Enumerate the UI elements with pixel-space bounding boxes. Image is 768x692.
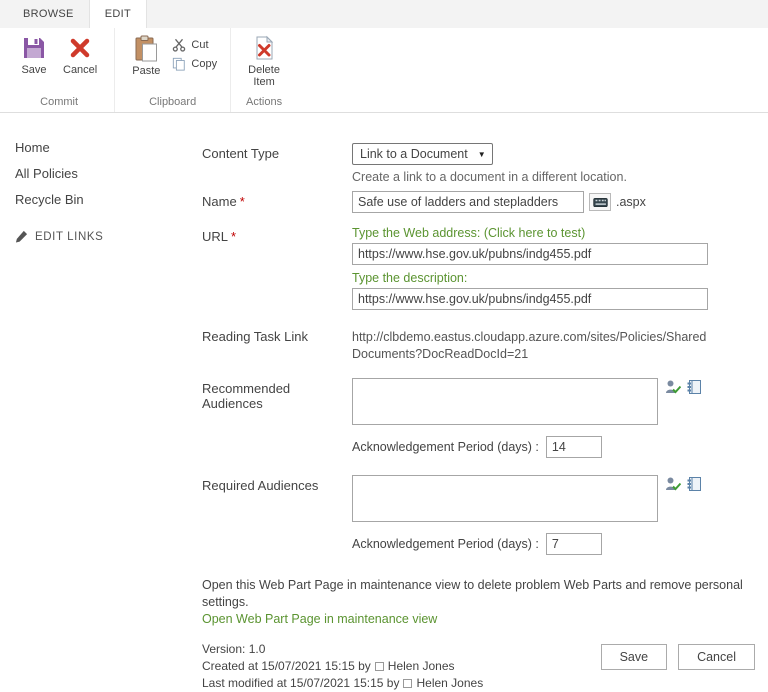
save-button[interactable]: Save (14, 31, 54, 78)
required-audiences-input[interactable] (352, 475, 658, 522)
recommended-ack-input[interactable] (546, 436, 602, 458)
group-label-actions: Actions (241, 95, 287, 112)
edit-form: Content Type Link to a Document ▼ Create… (200, 113, 768, 627)
cancel-button[interactable]: Cancel (56, 31, 104, 78)
name-input[interactable] (352, 191, 584, 213)
paste-clipboard-icon (134, 35, 159, 62)
edit-links-button[interactable]: EDIT LINKS (15, 230, 200, 243)
url-description-input[interactable] (352, 288, 708, 310)
reading-task-link-value: http://clbdemo.eastus.cloudapp.azure.com… (352, 326, 750, 363)
url-address-input[interactable] (352, 243, 708, 265)
recommended-ack-label: Acknowledgement Period (days) : (352, 440, 539, 454)
copy-button[interactable]: Copy (169, 56, 220, 72)
created-line: Created at 15/07/2021 15:15 by Helen Jon… (202, 658, 483, 674)
item-metadata: Version: 1.0 Created at 15/07/2021 15:15… (202, 641, 483, 692)
group-label-commit: Commit (14, 95, 104, 112)
ribbon-group-commit: Save Cancel Commit (4, 28, 114, 112)
cut-label: Cut (191, 39, 208, 51)
form-cancel-button[interactable]: Cancel (678, 644, 755, 670)
presence-icon (403, 679, 412, 688)
ribbon: Save Cancel Commit (0, 28, 768, 113)
cancel-label: Cancel (63, 64, 97, 76)
required-ack-input[interactable] (546, 533, 602, 555)
modified-line: Last modified at 15/07/2021 15:15 by Hel… (202, 675, 483, 691)
ime-keyboard-button[interactable] (589, 193, 611, 211)
url-row: URL* Type the Web address: (Click here t… (202, 226, 755, 310)
web-address-label: Type the Web address: (352, 226, 480, 240)
delete-item-button[interactable]: Delete Item (241, 31, 287, 90)
click-here-to-test-link[interactable]: (Click here to test) (484, 226, 585, 240)
content-type-selected-value: Link to a Document (360, 147, 468, 161)
name-extension-suffix: .aspx (616, 195, 646, 209)
sidebar: Home All Policies Recycle Bin EDIT LINKS (0, 113, 200, 627)
version-line: Version: 1.0 (202, 641, 483, 657)
maintenance-note: Open this Web Part Page in maintenance v… (202, 577, 755, 611)
version-text: Version: 1.0 (202, 641, 265, 657)
cut-button[interactable]: Cut (169, 37, 220, 53)
sidebar-item-recycle-bin[interactable]: Recycle Bin (15, 192, 200, 207)
presence-icon (375, 662, 384, 671)
browse-address-book-icon[interactable] (686, 379, 702, 395)
tab-browse[interactable]: BROWSE (8, 0, 89, 28)
edit-links-label: EDIT LINKS (35, 231, 103, 243)
required-ack-label: Acknowledgement Period (days) : (352, 537, 539, 551)
recommended-audiences-input[interactable] (352, 378, 658, 425)
footer-buttons: Save Cancel (601, 641, 755, 670)
delete-item-label: Delete Item (248, 64, 280, 88)
required-asterisk: * (240, 194, 245, 209)
name-row: Name* .aspx (202, 191, 755, 213)
check-names-icon[interactable] (665, 379, 681, 395)
group-label-clipboard: Clipboard (125, 95, 220, 112)
paste-button[interactable]: Paste (125, 31, 167, 79)
ribbon-tab-bar: BROWSE EDIT (0, 0, 768, 28)
reading-task-link-row: Reading Task Link http://clbdemo.eastus.… (202, 326, 755, 363)
copy-pages-icon (172, 57, 186, 71)
name-label: Name* (202, 191, 352, 213)
modified-text: Last modified at 15/07/2021 15:15 by (202, 675, 399, 691)
ribbon-group-clipboard: Paste Cut (114, 28, 230, 112)
browse-address-book-icon[interactable] (686, 476, 702, 492)
content-type-label: Content Type (202, 143, 352, 184)
reading-task-link-label: Reading Task Link (202, 326, 352, 363)
form-save-button[interactable]: Save (601, 644, 668, 670)
sidebar-item-all-policies[interactable]: All Policies (15, 166, 200, 181)
delete-item-icon (251, 35, 277, 61)
tab-edit[interactable]: EDIT (89, 0, 147, 28)
content-type-description: Create a link to a document in a differe… (352, 170, 755, 184)
cut-scissors-icon (172, 38, 186, 52)
recommended-audiences-row: Recommended Audiences (202, 378, 755, 458)
modified-by-user[interactable]: Helen Jones (416, 675, 483, 691)
required-audiences-label: Required Audiences (202, 475, 352, 555)
url-label: URL* (202, 226, 352, 310)
recommended-audiences-label: Recommended Audiences (202, 378, 352, 458)
form-footer: Version: 1.0 Created at 15/07/2021 15:15… (202, 641, 755, 692)
chevron-down-icon: ▼ (478, 150, 486, 159)
sidebar-item-home[interactable]: Home (15, 140, 200, 155)
paste-label: Paste (132, 65, 160, 77)
content-type-row: Content Type Link to a Document ▼ Create… (202, 143, 755, 184)
url-description-label: Type the description: (352, 271, 755, 285)
content-type-select[interactable]: Link to a Document ▼ (352, 143, 493, 165)
save-floppy-icon (21, 35, 47, 61)
ribbon-group-actions: Delete Item Actions (230, 28, 297, 112)
maintenance-view-link[interactable]: Open Web Part Page in maintenance view (202, 612, 437, 626)
page-content: Home All Policies Recycle Bin EDIT LINKS… (0, 113, 768, 627)
required-audiences-row: Required Audiences (202, 475, 755, 555)
created-by-user[interactable]: Helen Jones (388, 658, 455, 674)
created-text: Created at 15/07/2021 15:15 by (202, 658, 371, 674)
pencil-icon (15, 230, 28, 243)
required-asterisk: * (231, 229, 236, 244)
save-label: Save (21, 64, 46, 76)
check-names-icon[interactable] (665, 476, 681, 492)
cancel-x-icon (67, 35, 93, 61)
copy-label: Copy (191, 58, 217, 70)
